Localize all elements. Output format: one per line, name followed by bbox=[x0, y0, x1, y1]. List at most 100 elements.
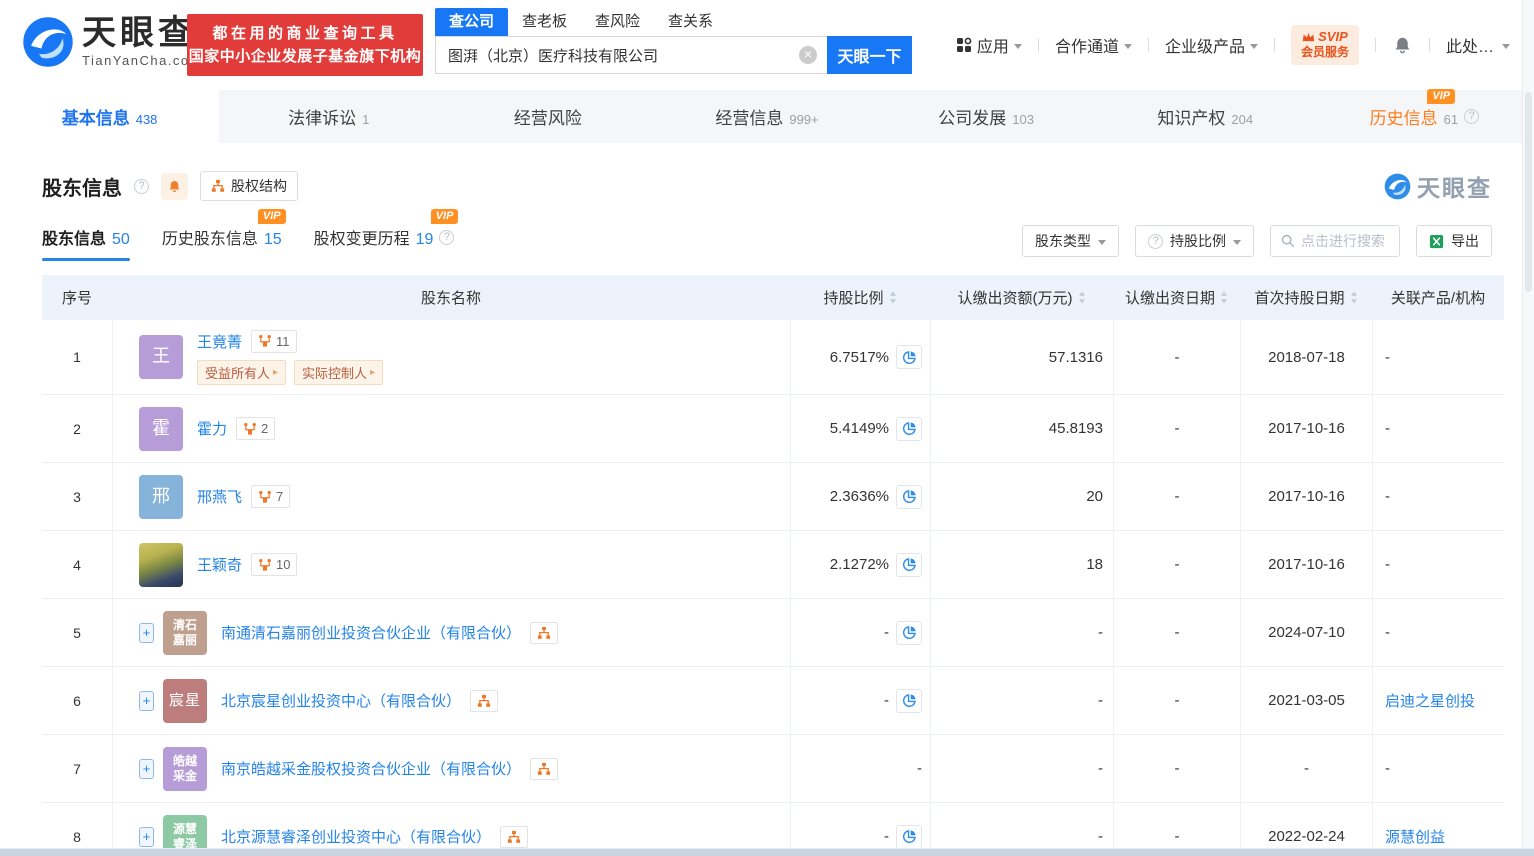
user-account-menu[interactable]: 此处… bbox=[1446, 33, 1510, 57]
help-icon[interactable] bbox=[439, 229, 455, 245]
expand-button[interactable] bbox=[139, 690, 154, 711]
pie-chart-button[interactable] bbox=[896, 552, 922, 577]
pie-chart-button[interactable] bbox=[896, 484, 922, 509]
shareholder-name-link[interactable]: 北京宸星创业投资中心（有限合伙） bbox=[221, 690, 461, 711]
sort-icon[interactable] bbox=[1220, 291, 1228, 304]
related-product-link[interactable]: 源慧创益 bbox=[1385, 826, 1445, 847]
shareholder-type-filter[interactable]: 股东类型 bbox=[1022, 225, 1119, 257]
nav-tab-inner: 公司发展 103 bbox=[938, 104, 1034, 129]
relation-graph-button[interactable]: 2 bbox=[236, 417, 276, 440]
column-header-label: 序号 bbox=[61, 290, 92, 307]
expand-button[interactable] bbox=[139, 826, 154, 847]
shareholder-tag[interactable]: 实际控制人 bbox=[294, 359, 384, 385]
nav-tab-4[interactable]: 经营信息 999+ bbox=[657, 90, 876, 143]
shareholder-cell: 王 王竟菁 11 受益所有人实际控制人 bbox=[112, 320, 790, 394]
pie-chart-button[interactable] bbox=[896, 824, 922, 849]
shareholder-name-link[interactable]: 邢燕飞 bbox=[197, 486, 242, 507]
equity-chart-button[interactable] bbox=[470, 689, 499, 712]
nav-tab-2[interactable]: 法律诉讼 1 bbox=[219, 90, 438, 143]
notification-bell-button[interactable] bbox=[1392, 35, 1413, 56]
main-nav: 基本信息 438 法律诉讼 1 经营风险 经营信息 999+ 公司发展 103 知识产权 204 历史… bbox=[0, 89, 1534, 143]
shareholder-name-link[interactable]: 北京源慧睿泽创业投资中心（有限合伙） bbox=[221, 826, 491, 847]
shareholder-name-link[interactable]: 霍力 bbox=[197, 418, 227, 439]
vip-badge: VIP bbox=[1427, 89, 1456, 104]
pie-chart-button[interactable] bbox=[896, 688, 922, 713]
search-button[interactable]: 天眼一下 bbox=[827, 36, 912, 74]
horizontal-scrollbar[interactable] bbox=[0, 848, 1534, 856]
pie-chart-button[interactable] bbox=[896, 416, 922, 441]
ratio-value: 2.3636% bbox=[829, 488, 889, 505]
expand-button[interactable] bbox=[139, 622, 154, 643]
search-tab-1[interactable]: 查公司 bbox=[435, 8, 509, 36]
equity-chart-button[interactable] bbox=[530, 621, 559, 644]
help-icon[interactable] bbox=[134, 178, 149, 194]
nav-tab-6[interactable]: 知识产权 204 bbox=[1096, 90, 1315, 143]
menu-apps[interactable]: 应用 bbox=[956, 33, 1022, 57]
equity-chart-button[interactable] bbox=[530, 757, 559, 780]
column-header-amount[interactable]: 认缴出资额(万元) bbox=[930, 287, 1113, 308]
pie-chart-button[interactable] bbox=[896, 345, 922, 369]
search-input[interactable] bbox=[435, 36, 827, 74]
excel-icon bbox=[1429, 234, 1444, 248]
pie-chart-icon bbox=[902, 694, 916, 708]
shareholder-name-link[interactable]: 王竟菁 bbox=[197, 331, 242, 352]
nav-tab-5[interactable]: 公司发展 103 bbox=[877, 90, 1096, 143]
sort-icon[interactable] bbox=[1078, 291, 1086, 304]
nav-tab-7[interactable]: 历史信息 61 VIP bbox=[1315, 89, 1534, 143]
menu-separator bbox=[1428, 38, 1430, 52]
related-product-link: - bbox=[1385, 624, 1390, 641]
menu-enterprise[interactable]: 企业级产品 bbox=[1165, 33, 1258, 57]
help-icon[interactable] bbox=[1464, 109, 1480, 124]
column-header-firstdate[interactable]: 首次持股日期 bbox=[1240, 287, 1372, 308]
sub-tab-1[interactable]: 股东信息 50 bbox=[42, 221, 130, 261]
search-tab-4[interactable]: 查关系 bbox=[654, 8, 727, 36]
search-tab-3[interactable]: 查风险 bbox=[581, 8, 654, 36]
search-tab-2[interactable]: 查老板 bbox=[508, 8, 581, 36]
tianyancha-logo[interactable]: 天眼查 TianYanCha.com bbox=[22, 16, 202, 68]
pie-chart-button[interactable] bbox=[896, 620, 922, 645]
relation-graph-button[interactable]: 7 bbox=[251, 485, 291, 508]
related-product-link[interactable]: 启迪之星创投 bbox=[1385, 690, 1475, 711]
sub-tab-3[interactable]: 股权变更历程 19 VIP bbox=[314, 209, 459, 261]
nav-tab-label: 基本信息 bbox=[61, 109, 130, 128]
menu-cooperation[interactable]: 合作通道 bbox=[1055, 33, 1132, 57]
shareholder-name-link[interactable]: 南京皓越采金股权投资合伙企业（有限合伙） bbox=[221, 758, 521, 779]
monitor-bell-button[interactable] bbox=[161, 172, 188, 200]
nav-tab-3[interactable]: 经营风险 bbox=[438, 90, 657, 143]
clear-search-icon[interactable] bbox=[799, 46, 817, 64]
column-header-ratio[interactable]: 持股比例 bbox=[790, 287, 930, 308]
expand-button[interactable] bbox=[139, 758, 154, 779]
svip-member-button[interactable]: SVIP 会员服务 bbox=[1290, 25, 1359, 65]
row-index: 5 bbox=[73, 624, 81, 641]
relation-graph-button[interactable]: 11 bbox=[251, 329, 297, 353]
shareholding-ratio-filter[interactable]: 持股比例 bbox=[1135, 225, 1254, 257]
nav-tab-label: 知识产权 bbox=[1157, 109, 1226, 128]
ratio-value: - bbox=[884, 828, 889, 845]
equity-chart-button[interactable] bbox=[500, 825, 529, 848]
shareholder-tag[interactable]: 受益所有人 bbox=[197, 359, 287, 385]
table-search-input[interactable]: 点击进行搜索 bbox=[1270, 225, 1400, 257]
shareholder-name-link[interactable]: 王颖奇 bbox=[197, 554, 242, 575]
shareholder-name-link[interactable]: 南通清石嘉丽创业投资合伙企业（有限合伙） bbox=[221, 622, 521, 643]
ratio-value: - bbox=[884, 624, 889, 641]
sub-tab-2[interactable]: 历史股东信息 15 VIP bbox=[162, 209, 286, 261]
org-chart-icon bbox=[211, 179, 225, 192]
ratio-value: 5.4149% bbox=[829, 420, 889, 437]
ratio-cell: 5.4149% bbox=[790, 395, 930, 462]
shareholder-name-block: 王竟菁 11 受益所有人实际控制人 bbox=[197, 329, 384, 385]
vertical-scrollbar[interactable] bbox=[1522, 0, 1534, 856]
pie-chart-icon bbox=[902, 490, 916, 504]
sort-icon[interactable] bbox=[889, 291, 897, 304]
shareholder-cell: 王颖奇 10 bbox=[112, 531, 790, 598]
column-header-capdate[interactable]: 认缴出资日期 bbox=[1113, 287, 1240, 308]
sort-icon[interactable] bbox=[1350, 291, 1358, 304]
export-button[interactable]: 导出 bbox=[1416, 225, 1492, 257]
vertical-scrollbar-thumb[interactable] bbox=[1525, 92, 1532, 292]
equity-structure-button[interactable]: 股权结构 bbox=[200, 171, 298, 201]
relation-graph-button[interactable]: 10 bbox=[251, 553, 298, 576]
column-header-name: 股东名称 bbox=[112, 287, 790, 308]
tianyancha-logo-icon bbox=[23, 17, 73, 67]
column-header-label: 认缴出资额(万元) bbox=[957, 290, 1073, 307]
nav-tab-1[interactable]: 基本信息 438 bbox=[0, 90, 220, 143]
caret-down-icon bbox=[1123, 43, 1132, 49]
